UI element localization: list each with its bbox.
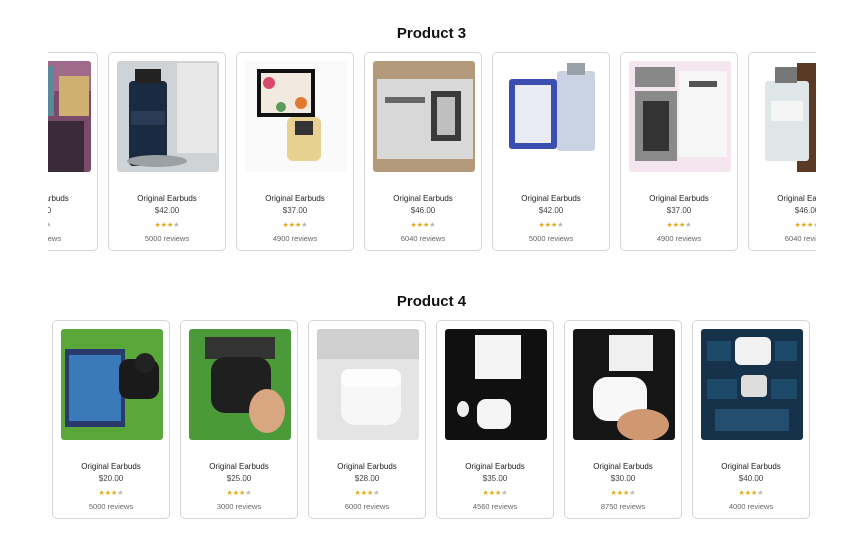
star-icon: ★ [813,222,816,229]
product-image[interactable] [117,61,219,172]
review-count: 4900 reviews [656,234,702,243]
product-card[interactable]: Original Earbuds $40.00 ★★★★ 4000 reviews [692,320,810,519]
star-icon: ★ [48,222,52,229]
rating-stars: ★★★★ [181,489,297,497]
star-icon: ★ [117,490,124,497]
product-row-3[interactable]: Original Earbuds$40.00★★★★5000 reviewsOr… [48,52,816,254]
product-card[interactable]: Original Earbuds $35.00 ★★★★ 4560 reviews [436,320,554,519]
product-price: $25.00 [226,474,252,483]
product-name[interactable]: Original Earbuds [237,194,353,203]
rating-stars: ★★★★ [309,489,425,497]
product-name[interactable]: Original Earbuds [693,462,809,471]
product-image[interactable] [573,329,675,440]
product-price: $46.00 [410,206,436,215]
product-name[interactable]: Original Earbuds [365,194,481,203]
rating-stars: ★★★★ [565,489,681,497]
product-image[interactable] [317,329,419,440]
rating-stars: ★★★★ [237,221,353,229]
product-row-4[interactable]: Original Earbuds $20.00 ★★★★ 5000 reviews Or… [52,320,814,522]
product-name[interactable]: Original Earbuds [309,462,425,471]
product-card[interactable]: Original Earbuds $46.00 ★★★★ 6040 reviews [364,52,482,251]
review-count: 5000 reviews [144,234,190,243]
rating-stars: ★★★★ [621,221,737,229]
product-image[interactable] [501,61,603,172]
product-price: $42.00 [538,206,564,215]
product-name[interactable]: Original Earbuds [53,462,169,471]
product-image[interactable] [61,329,163,440]
rating-stars: ★★★★ [493,221,609,229]
product-price: $37.00 [282,206,308,215]
review-count: 6040 reviews [784,234,816,243]
review-count: 6000 reviews [344,502,390,511]
product-card[interactable]: Original Earbuds $20.00 ★★★★ 5000 reviews [52,320,170,519]
review-count: 5000 reviews [88,502,134,511]
review-count: 4560 reviews [472,502,518,511]
section-title-product-3: Product 3 [396,25,467,42]
product-price: $28.00 [354,474,380,483]
product-name[interactable]: Original Earbuds [437,462,553,471]
star-icon: ★ [501,490,508,497]
product-card[interactable]: Original Earbuds $40.00 ★★★★ 5000 reviews [48,52,98,251]
rating-stars: ★★★★ [693,489,809,497]
review-count: 6040 reviews [400,234,446,243]
star-icon: ★ [629,490,636,497]
rating-stars: ★★★★ [109,221,225,229]
product-card[interactable]: Original Earbuds $42.00 ★★★★ 5000 reviews [492,52,610,251]
product-image[interactable] [445,329,547,440]
product-name[interactable]: Original Earbuds [181,462,297,471]
product-price: $42.00 [154,206,180,215]
product-price: $35.00 [482,474,508,483]
review-count: 5000 reviews [48,234,62,243]
product-image[interactable] [629,61,731,172]
product-name[interactable]: Original Earbuds [749,194,816,203]
product-card[interactable]: Original Earbuds $25.00 ★★★★ 3000 reviews [180,320,298,519]
section-title-product-4: Product 4 [396,293,467,310]
rating-stars: ★★★★ [365,221,481,229]
product-image[interactable] [757,61,816,172]
review-count: 8750 reviews [600,502,646,511]
product-card[interactable]: Original Earbuds $37.00 ★★★★ 4900 reviews [620,52,738,251]
rating-stars: ★★★★ [48,221,97,229]
star-icon: ★ [757,490,764,497]
product-price: $37.00 [666,206,692,215]
rating-stars: ★★★★ [53,489,169,497]
product-name[interactable]: Original Earbuds [109,194,225,203]
product-name[interactable]: Original Earbuds [493,194,609,203]
product-price: $46.00 [794,206,816,215]
star-icon: ★ [373,490,380,497]
product-price: $30.00 [610,474,636,483]
star-icon: ★ [301,222,308,229]
star-icon: ★ [557,222,564,229]
rating-stars: ★★★★ [437,489,553,497]
product-image[interactable] [48,61,91,172]
star-icon: ★ [173,222,180,229]
product-price: $20.00 [98,474,124,483]
product-image[interactable] [373,61,475,172]
product-card[interactable]: Original Earbuds $30.00 ★★★★ 8750 reviews [564,320,682,519]
product-card[interactable]: Original Earbuds $37.00 ★★★★ 4900 reviews [236,52,354,251]
review-count: 4900 reviews [272,234,318,243]
star-icon: ★ [685,222,692,229]
product-name[interactable]: Original Earbuds [621,194,737,203]
product-card[interactable]: Original Earbuds $42.00 ★★★★ 5000 reviews [108,52,226,251]
product-price: $40.00 [48,206,52,215]
product-card[interactable]: Original Earbuds $28.00 ★★★★ 6000 reviews [308,320,426,519]
product-price: $40.00 [738,474,764,483]
product-name[interactable]: Original Earbuds [565,462,681,471]
star-icon: ★ [245,490,252,497]
product-name[interactable]: Original Earbuds [48,194,97,203]
star-icon: ★ [429,222,436,229]
product-image[interactable] [189,329,291,440]
review-count: 3000 reviews [216,502,262,511]
product-card[interactable]: Original Earbuds $46.00 ★★★★ 6040 reviews [748,52,816,251]
review-count: 5000 reviews [528,234,574,243]
review-count: 4000 reviews [728,502,774,511]
product-image[interactable] [245,61,347,172]
product-image[interactable] [701,329,803,440]
rating-stars: ★★★★ [749,221,816,229]
